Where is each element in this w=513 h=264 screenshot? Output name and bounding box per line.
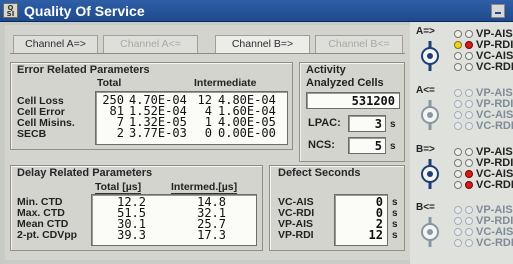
- status-led-icon: [465, 63, 473, 71]
- status-led-icon: [465, 159, 473, 167]
- window-title: Quality Of Service: [24, 3, 145, 19]
- tab-channel-b-in[interactable]: Channel B<=: [315, 35, 403, 53]
- tab-channel-a-in[interactable]: Channel A<=: [103, 35, 198, 53]
- app-icon[interactable]: Q SI: [3, 3, 18, 18]
- delay-col-total: Total [µs]: [95, 181, 142, 194]
- cdvpp-inter: 17.3: [197, 228, 226, 242]
- status-led-icon: [454, 206, 462, 214]
- status-led-icon: [465, 217, 473, 225]
- lpac-unit: s: [390, 119, 396, 130]
- direction-label-0: A=>: [416, 26, 435, 37]
- direction-label-3: B<=: [416, 202, 435, 213]
- status-led-icon: [454, 89, 462, 97]
- direction-label-1: A<=: [416, 85, 435, 96]
- status-led-icon: [465, 30, 473, 38]
- lpac-label: LPAC:: [308, 117, 341, 129]
- minimize-button[interactable]: [491, 4, 505, 18]
- status-led-icon: [465, 206, 473, 214]
- cdvpp-total: 39.3: [117, 228, 146, 242]
- row-label-cdvpp: 2-pt. CDVpp: [17, 229, 78, 241]
- delay-col-intermediate: Intermed.[µs]: [171, 181, 238, 194]
- error-parameters-group: Error Related Parameters Total Intermedi…: [10, 62, 293, 150]
- status-led-icon: [465, 111, 473, 119]
- delay-values-box: 12.2 14.8 51.5 32.1 30.1 25.7 39.3 17.3: [91, 194, 257, 246]
- defect-values-box: 0 0 2 12: [334, 194, 388, 246]
- status-led-icon: [454, 170, 462, 178]
- signal-label: VC-RDI: [476, 237, 513, 249]
- status-led-icon: [465, 148, 473, 156]
- defect-unit-4: s: [392, 230, 398, 241]
- status-led-icon: [465, 181, 473, 189]
- title-bar: Q SI Quality Of Service: [0, 0, 513, 22]
- status-led-icon: [454, 63, 462, 71]
- status-led-icon: [454, 228, 462, 236]
- signal-indicator-panel: A=> VP-AIS VP-RDI VC-AIS VC-RDI A<= VP-AIS VP-R…: [410, 22, 513, 264]
- delay-parameters-group: Delay Related Parameters Total [µs] Inte…: [10, 165, 263, 251]
- status-led-icon: [454, 100, 462, 108]
- defect-unit-2: s: [392, 208, 398, 219]
- secb-total-count: 2: [116, 126, 124, 140]
- direction-label-2: B=>: [416, 144, 435, 155]
- analyzed-cells-label: Analyzed Cells: [306, 77, 384, 89]
- status-led-icon: [465, 89, 473, 97]
- defect-seconds-group: Defect Seconds VC-AIS VC-RDI VP-AIS VP-R…: [269, 165, 405, 251]
- ncs-unit: s: [390, 141, 396, 152]
- secb-inter-rate: 0.00E-00: [218, 126, 276, 140]
- activity-title: Activity: [306, 64, 346, 76]
- error-col-total: Total: [97, 77, 122, 89]
- secb-total-rate: 3.77E-03: [129, 126, 187, 140]
- status-led-icon: [465, 41, 473, 49]
- defect-unit-1: s: [392, 197, 398, 208]
- ncs-value: 5: [374, 139, 382, 153]
- status-led-icon: [454, 239, 462, 247]
- defect-title: Defect Seconds: [278, 167, 361, 179]
- status-led-icon: [454, 217, 462, 225]
- status-led-icon: [454, 148, 462, 156]
- activity-group: Activity Analyzed Cells 531200 LPAC: 3 s…: [299, 62, 405, 162]
- status-led-icon: [454, 122, 462, 130]
- connector-icon: [421, 41, 439, 71]
- status-led-icon: [454, 41, 462, 49]
- status-led-icon: [465, 239, 473, 247]
- connector-icon: [421, 217, 439, 247]
- status-led-icon: [454, 181, 462, 189]
- status-led-icon: [454, 111, 462, 119]
- status-led-icon: [465, 228, 473, 236]
- tab-divider: [10, 53, 405, 54]
- signal-label: VC-RDI: [476, 120, 513, 132]
- signal-label: VC-RDI: [476, 179, 513, 191]
- lpac-value: 3: [374, 117, 382, 131]
- delay-group-title: Delay Related Parameters: [17, 167, 153, 179]
- status-led-icon: [465, 170, 473, 178]
- ncs-field: 5: [348, 137, 386, 154]
- status-led-icon: [454, 159, 462, 167]
- status-led-icon: [454, 52, 462, 60]
- status-led-icon: [454, 30, 462, 38]
- row-label-secb: SECB: [17, 128, 47, 140]
- connector-icon: [421, 159, 439, 189]
- status-led-icon: [465, 100, 473, 108]
- analyzed-cells-field: 531200: [306, 92, 400, 109]
- status-led-icon: [465, 122, 473, 130]
- signal-label: VC-RDI: [476, 61, 513, 73]
- defect-unit-3: s: [392, 219, 398, 230]
- defect-vp-rdi-value: 12: [368, 228, 383, 242]
- main-panel: Channel A=> Channel A<= Channel B=> Chan…: [5, 25, 410, 260]
- lpac-field: 3: [348, 115, 386, 132]
- ncs-label: NCS:: [308, 139, 335, 151]
- analyzed-cells-value: 531200: [351, 94, 395, 108]
- error-col-intermediate: Intermediate: [194, 77, 257, 89]
- tab-channel-a-out[interactable]: Channel A=>: [13, 35, 98, 53]
- secb-inter-count: 0: [204, 126, 212, 140]
- error-values-box: 250 4.70E-04 12 4.80E-04 81 1.52E-04 4 1…: [95, 91, 288, 145]
- tab-channel-b-out[interactable]: Channel B=>: [215, 35, 310, 53]
- status-led-icon: [465, 52, 473, 60]
- error-group-title: Error Related Parameters: [17, 64, 150, 76]
- defect-label-vp-rdi: VP-RDI: [278, 229, 314, 241]
- connector-icon: [421, 100, 439, 130]
